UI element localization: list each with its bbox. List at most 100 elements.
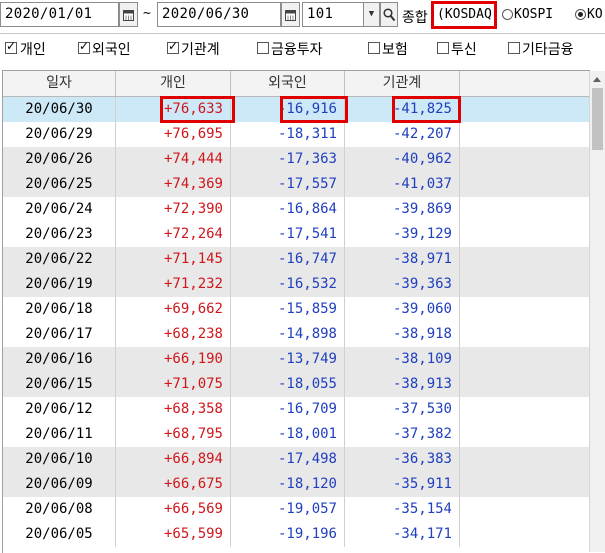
cell-institution: -37,530 xyxy=(345,397,460,422)
cell-institution: -40,962 xyxy=(345,147,460,172)
cell-foreign: -19,057 xyxy=(231,497,345,522)
cell-foreign: -19,196 xyxy=(231,522,345,547)
start-date-input[interactable]: 2020/01/01 xyxy=(0,2,119,27)
individual-highlight-box xyxy=(160,96,235,123)
checkbox-institution-label[interactable]: 기관계 xyxy=(181,39,220,59)
checkbox-financial-investment-label[interactable]: 금융투자 xyxy=(271,39,323,59)
checkbox-trust-label[interactable]: 투신 xyxy=(451,39,477,59)
code-select[interactable]: 101 xyxy=(302,2,364,27)
search-button[interactable] xyxy=(380,2,398,27)
table-row[interactable]: 20/06/29 +76,695 -18,311 -42,207 xyxy=(3,122,590,147)
cell-foreign: -18,120 xyxy=(231,472,345,497)
cell-foreign: -16,532 xyxy=(231,272,345,297)
cell-institution: -39,869 xyxy=(345,197,460,222)
cell-date: 20/06/11 xyxy=(3,422,116,447)
cell-individual: +68,238 xyxy=(116,322,231,347)
table-row[interactable]: 20/06/17 +68,238 -14,898 -38,918 xyxy=(3,322,590,347)
cell-foreign: -15,859 xyxy=(231,297,345,322)
cell-individual: +71,075 xyxy=(116,372,231,397)
cell-foreign: -16,864 xyxy=(231,197,345,222)
checkbox-foreign[interactable] xyxy=(78,39,90,54)
table-row[interactable]: 20/06/11 +68,795 -18,001 -37,382 xyxy=(3,422,590,447)
cell-institution: -41,037 xyxy=(345,172,460,197)
header-date[interactable]: 일자 xyxy=(3,71,116,96)
table-row[interactable]: 20/06/19 +71,232 -16,532 -39,363 xyxy=(3,272,590,297)
cell-individual: +72,264 xyxy=(116,222,231,247)
cell-foreign: -16,709 xyxy=(231,397,345,422)
table-row[interactable]: 20/06/22 +71,145 -16,747 -38,971 xyxy=(3,247,590,272)
calendar-icon xyxy=(285,10,296,21)
checkbox-trust[interactable] xyxy=(437,42,449,54)
cell-institution: -37,382 xyxy=(345,422,460,447)
checkbox-individual-label[interactable]: 개인 xyxy=(20,39,46,59)
cell-individual: +66,569 xyxy=(116,497,231,522)
table-row[interactable]: 20/06/26 +74,444 -17,363 -40,962 xyxy=(3,147,590,172)
table-row[interactable]: 20/06/10 +66,894 -17,498 -36,383 xyxy=(3,447,590,472)
cell-individual: +68,795 xyxy=(116,422,231,447)
cell-foreign: -18,055 xyxy=(231,372,345,397)
cell-foreign: -13,749 xyxy=(231,347,345,372)
table-row[interactable]: 20/06/23 +72,264 -17,541 -39,129 xyxy=(3,222,590,247)
cell-date: 20/06/10 xyxy=(3,447,116,472)
table-row[interactable]: 20/06/15 +71,075 -18,055 -38,913 xyxy=(3,372,590,397)
cell-institution: -36,383 xyxy=(345,447,460,472)
market-label: 종합 xyxy=(402,10,428,26)
investor-trading-table: 일자 개인 외국인 기관계 20/06/30 +76,633 -16,916 -41,… xyxy=(2,70,590,553)
radio-kospi-label[interactable]: KOSPI xyxy=(514,7,553,22)
table-row[interactable]: 20/06/24 +72,390 -16,864 -39,869 xyxy=(3,197,590,222)
search-icon xyxy=(383,8,396,22)
cell-foreign: -17,498 xyxy=(231,447,345,472)
checkbox-other-finance[interactable] xyxy=(508,42,520,54)
header-individual[interactable]: 개인 xyxy=(116,71,231,96)
header-institution[interactable]: 기관계 xyxy=(345,71,460,96)
end-calendar-button[interactable] xyxy=(281,2,300,27)
header-foreign[interactable]: 외국인 xyxy=(231,71,345,96)
cell-foreign: -18,311 xyxy=(231,122,345,147)
cell-date: 20/06/29 xyxy=(3,122,116,147)
cell-individual: +72,390 xyxy=(116,197,231,222)
cell-date: 20/06/23 xyxy=(3,222,116,247)
end-date-input[interactable]: 2020/06/30 xyxy=(157,2,281,27)
checkbox-individual[interactable] xyxy=(5,39,17,54)
cell-institution: -38,913 xyxy=(345,372,460,397)
start-calendar-button[interactable] xyxy=(119,2,138,27)
chevron-down-icon[interactable]: ▼ xyxy=(363,2,380,27)
cell-individual: +71,145 xyxy=(116,247,231,272)
checkbox-insurance[interactable] xyxy=(368,42,380,54)
vertical-scrollbar[interactable] xyxy=(589,71,605,552)
table-row[interactable]: 20/06/25 +74,369 -17,557 -41,037 xyxy=(3,172,590,197)
cell-date: 20/06/09 xyxy=(3,472,116,497)
table-row[interactable]: 20/06/08 +66,569 -19,057 -35,154 xyxy=(3,497,590,522)
scroll-up-icon[interactable] xyxy=(590,71,605,88)
checkbox-financial-investment[interactable] xyxy=(257,42,269,54)
scroll-thumb[interactable] xyxy=(592,88,603,150)
cell-institution: -38,918 xyxy=(345,322,460,347)
table-row[interactable]: 20/06/18 +69,662 -15,859 -39,060 xyxy=(3,297,590,322)
cell-date: 20/06/24 xyxy=(3,197,116,222)
table-row[interactable]: 20/06/09 +66,675 -18,120 -35,911 xyxy=(3,472,590,497)
cell-date: 20/06/17 xyxy=(3,322,116,347)
cell-institution: -42,207 xyxy=(345,122,460,147)
cell-institution: -38,109 xyxy=(345,347,460,372)
checkbox-institution[interactable] xyxy=(167,39,179,54)
table-row[interactable]: 20/06/16 +66,190 -13,749 -38,109 xyxy=(3,347,590,372)
checkbox-foreign-label[interactable]: 외국인 xyxy=(92,39,131,59)
radio-kosdaq-label[interactable]: KO xyxy=(587,7,603,22)
radio-kospi[interactable] xyxy=(502,9,513,20)
table-row[interactable]: 20/06/12 +68,358 -16,709 -37,530 xyxy=(3,397,590,422)
cell-date: 20/06/15 xyxy=(3,372,116,397)
cell-foreign: -17,557 xyxy=(231,172,345,197)
checkbox-insurance-label[interactable]: 보험 xyxy=(382,39,408,59)
radio-kosdaq[interactable] xyxy=(575,9,586,20)
cell-foreign: -18,001 xyxy=(231,422,345,447)
cell-individual: +65,599 xyxy=(116,522,231,547)
cell-individual: +66,190 xyxy=(116,347,231,372)
cell-date: 20/06/18 xyxy=(3,297,116,322)
checkbox-other-finance-label[interactable]: 기타금융 xyxy=(522,39,574,59)
table-row[interactable]: 20/06/05 +65,599 -19,196 -34,171 xyxy=(3,522,590,547)
cell-institution: -39,129 xyxy=(345,222,460,247)
cell-individual: +69,662 xyxy=(116,297,231,322)
institution-highlight-box xyxy=(392,96,461,123)
cell-foreign: -17,541 xyxy=(231,222,345,247)
cell-date: 20/06/22 xyxy=(3,247,116,272)
